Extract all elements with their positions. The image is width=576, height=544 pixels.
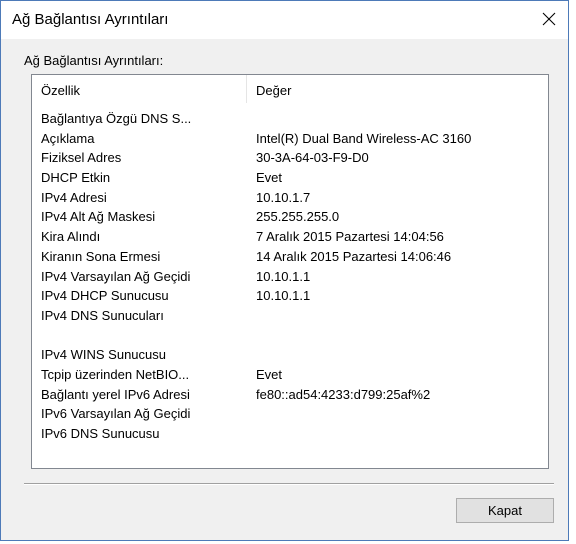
property-cell: DHCP Etkin [41, 170, 111, 186]
list-item[interactable]: Açıklama Intel(R) Dual Band Wireless-AC 3… [32, 129, 548, 149]
property-cell: IPv6 DNS Sunucusu [41, 426, 160, 441]
list-item[interactable]: IPv4 DNS Sunucuları [32, 306, 548, 326]
list-rows: Bağlantıya Özgü DNS S... Açıklama Intel(R)… [32, 109, 548, 444]
property-cell: Kira Alındı [41, 229, 101, 245]
value-cell: 255.255.255.0 [256, 209, 340, 225]
value-cell: 10.10.1.7 [256, 189, 311, 205]
title-bar[interactable]: Ağ Bağlantısı Ayrıntıları [1, 1, 568, 39]
property-cell: IPv4 Alt Ağ Maskesi [41, 209, 156, 225]
list-item[interactable]: Bağlantı yerel IPv6 Adresi fe80::ad54:423… [32, 385, 548, 405]
separator-line [24, 483, 554, 485]
window-title: Ağ Bağlantısı Ayrıntıları [12, 11, 169, 28]
list-item[interactable]: IPv4 WINS Sunucusu [32, 345, 548, 365]
close-dialog-button[interactable]: Kapat [456, 498, 554, 523]
list-item[interactable]: Fiziksel Adres 30-3A-64-03-F9-D0 [32, 148, 548, 168]
column-header-property[interactable]: Özellik [41, 83, 80, 98]
value-cell: 30-3A-64-03-F9-D0 [256, 150, 369, 166]
list-item[interactable]: Kiranın Sona Ermesi 14 Aralık 2015 Pazart… [32, 247, 548, 267]
network-details-dialog: Ağ Bağlantısı Ayrıntıları Ağ Bağlantısı … [0, 0, 569, 541]
list-item[interactable]: IPv6 DNS Sunucusu [32, 424, 548, 444]
value-cell: Evet [256, 170, 283, 186]
list-item[interactable]: IPv4 DHCP Sunucusu 10.10.1.1 [32, 286, 548, 306]
list-item[interactable]: IPv4 Alt Ağ Maskesi 255.255.255.0 [32, 207, 548, 227]
property-cell: Kiranın Sona Ermesi [41, 248, 161, 264]
property-cell: Fiziksel Adres [41, 150, 122, 166]
list-item[interactable]: Tcpip üzerinden NetBIO... Evet [32, 365, 548, 385]
property-cell: IPv4 DHCP Sunucusu [41, 288, 169, 304]
property-cell: Açıklama [41, 130, 95, 146]
property-cell: Bağlantıya Özgü DNS S... [41, 111, 192, 126]
property-cell: IPv4 Adresi [41, 189, 107, 205]
property-cell: IPv4 WINS Sunucusu [41, 347, 166, 363]
value-cell: 10.10.1.1 [256, 288, 311, 304]
column-header-value[interactable]: Değer [256, 83, 291, 98]
close-button[interactable] [530, 1, 568, 37]
list-item[interactable]: DHCP Etkin Evet [32, 168, 548, 188]
value-cell: Intel(R) Dual Band Wireless-AC 3160 [256, 130, 472, 146]
property-cell: Tcpip üzerinden NetBIO... [41, 366, 190, 382]
property-cell: Bağlantı yerel IPv6 Adresi [41, 386, 190, 402]
value-cell: Evet [256, 366, 283, 382]
details-list[interactable]: Özellik Değer Bağlantıya Özgü DNS S... Aç… [31, 74, 549, 469]
value-cell: fe80::ad54:4233:d799:25af%2 [256, 386, 431, 402]
list-item[interactable]: IPv6 Varsayılan Ağ Geçidi [32, 404, 548, 424]
list-item[interactable] [32, 326, 548, 346]
value-cell: 14 Aralık 2015 Pazartesi 14:06:46 [256, 248, 452, 264]
list-header: Özellik Değer [32, 75, 548, 105]
list-item[interactable]: IPv4 Varsayılan Ağ Geçidi 10.10.1.1 [32, 267, 548, 287]
property-cell: IPv4 Varsayılan Ağ Geçidi [41, 268, 191, 284]
list-item[interactable]: Kira Alındı 7 Aralık 2015 Pazartesi 14:04… [32, 227, 548, 247]
close-icon [542, 12, 556, 26]
list-item[interactable]: IPv4 Adresi 10.10.1.7 [32, 188, 548, 208]
details-label: Ağ Bağlantısı Ayrıntıları: [24, 53, 164, 68]
value-cell: 7 Aralık 2015 Pazartesi 14:04:56 [256, 229, 444, 245]
property-cell: IPv4 DNS Sunucuları [41, 307, 164, 323]
list-item[interactable]: Bağlantıya Özgü DNS S... [32, 109, 548, 129]
column-separator[interactable] [246, 75, 247, 103]
property-cell: IPv6 Varsayılan Ağ Geçidi [41, 406, 191, 422]
value-cell: 10.10.1.1 [256, 268, 311, 284]
